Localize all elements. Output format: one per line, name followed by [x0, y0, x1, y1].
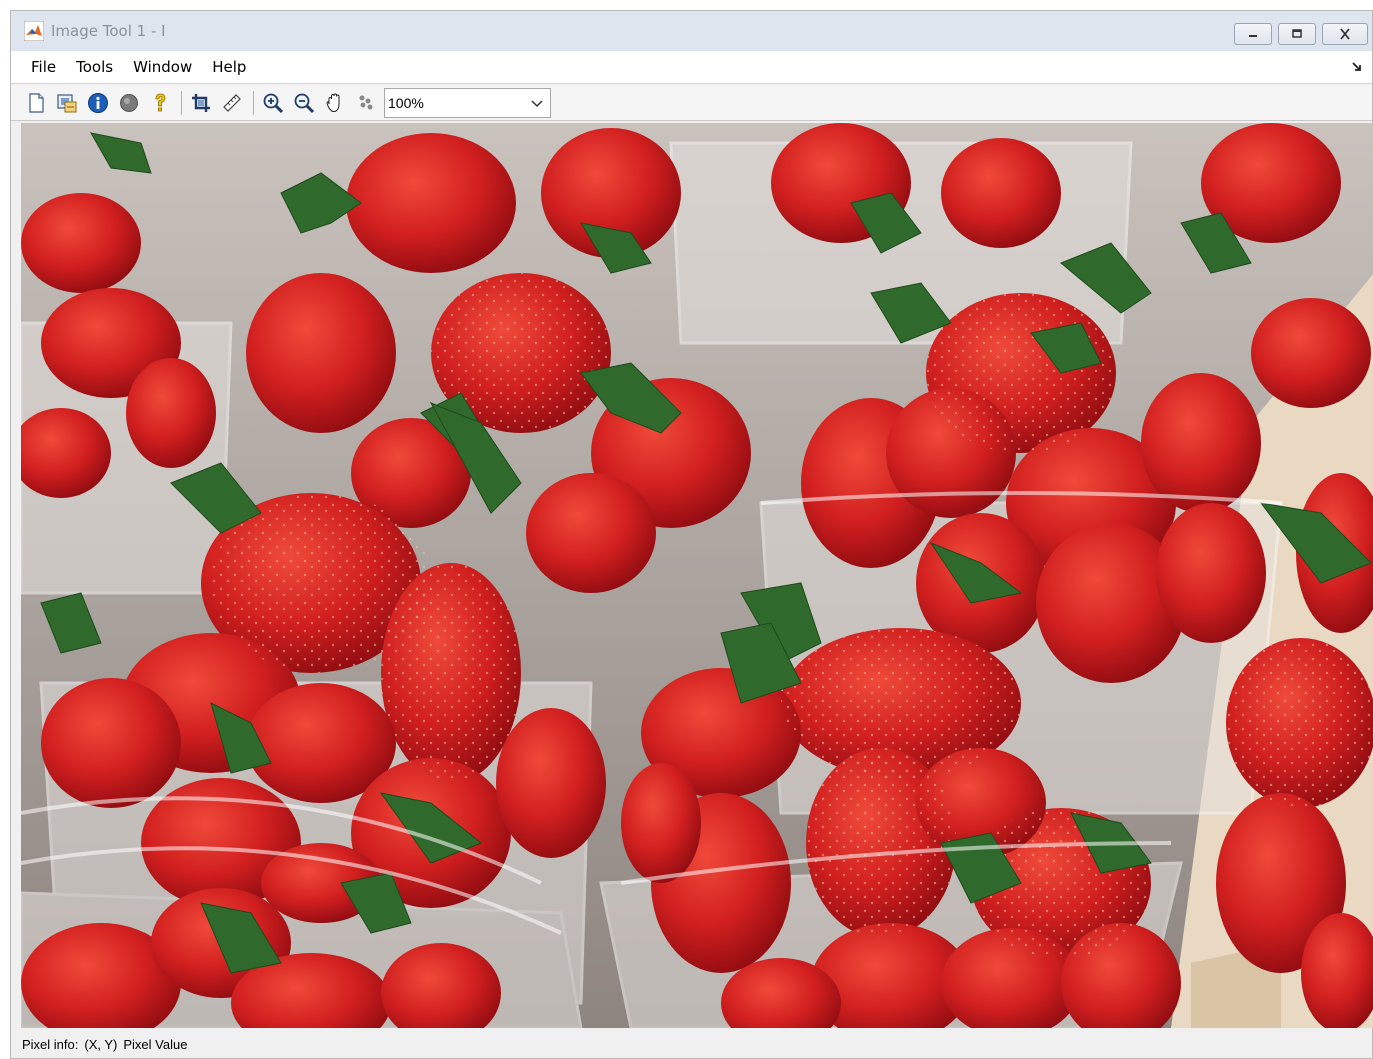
menu-help[interactable]: Help [202, 51, 256, 84]
image-info-icon [88, 92, 108, 113]
new-figure-icon [29, 92, 44, 113]
toolbar: 100% [11, 85, 1372, 121]
zoom-out-icon [294, 93, 315, 113]
help-icon [155, 93, 166, 111]
menu-file[interactable]: File [11, 51, 66, 84]
adjust-contrast-button[interactable] [116, 90, 142, 116]
close-button[interactable] [1322, 23, 1368, 45]
image-display[interactable] [21, 123, 1373, 1028]
export-icon [57, 93, 77, 112]
menu-bar: File Tools Window Help [11, 51, 1372, 84]
zoom-in-icon [263, 93, 284, 113]
restore-button[interactable] [1278, 23, 1316, 45]
strawberries-image [21, 123, 1373, 1028]
toolbar-separator [181, 90, 182, 115]
measure-distance-button[interactable] [219, 90, 245, 116]
image-info-button[interactable] [85, 90, 111, 116]
toolbar-separator [253, 90, 254, 115]
export-button[interactable] [54, 90, 80, 116]
pan-icon [326, 92, 340, 112]
restore-icon [1292, 29, 1302, 38]
menu-tools[interactable]: Tools [66, 51, 123, 84]
crop-icon [192, 93, 210, 112]
zoom-level-select[interactable]: 100% [384, 87, 551, 118]
help-button[interactable] [147, 90, 173, 116]
measure-distance-icon [223, 93, 241, 112]
pixel-info-value: Pixel Value [123, 1036, 188, 1052]
title-bar[interactable]: Image Tool 1 - I [11, 11, 1372, 51]
zoom-out-button[interactable] [291, 90, 317, 116]
matlab-logo-icon [24, 21, 44, 41]
close-icon [1340, 28, 1350, 40]
window-title: Image Tool 1 - I [51, 22, 166, 40]
minimize-icon [1249, 35, 1257, 37]
zoom-level-value: 100% [388, 94, 424, 111]
image-tool-window: Image Tool 1 - I File Tools Window Help [10, 10, 1373, 1059]
overview-button[interactable] [353, 90, 379, 116]
menu-window[interactable]: Window [123, 51, 202, 84]
adjust-contrast-icon [120, 93, 138, 112]
undock-arrow-icon[interactable] [1350, 60, 1364, 74]
minimize-button[interactable] [1234, 23, 1272, 45]
status-bar: Pixel info: (X, Y) Pixel Value [11, 1030, 1372, 1058]
crop-button[interactable] [188, 90, 214, 116]
pixel-info-coords: (X, Y) [84, 1036, 118, 1052]
pan-button[interactable] [322, 90, 348, 116]
overview-icon [359, 95, 373, 109]
pixel-info-label: Pixel info: [22, 1036, 79, 1052]
new-figure-button[interactable] [23, 90, 49, 116]
chevron-down-icon [531, 99, 543, 107]
zoom-in-button[interactable] [260, 90, 286, 116]
window-controls [1234, 23, 1368, 45]
